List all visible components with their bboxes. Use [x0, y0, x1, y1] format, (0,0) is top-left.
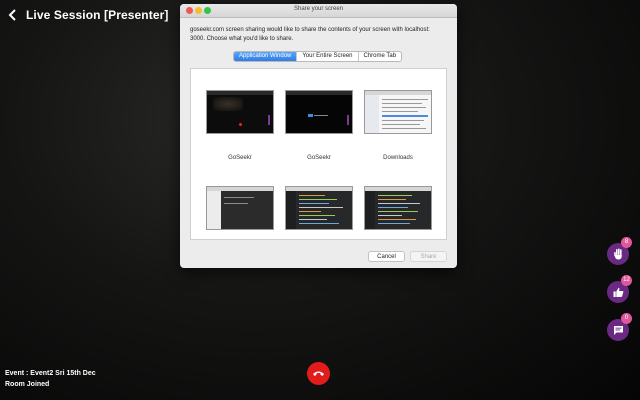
tab-entire-screen[interactable]: Your Entire Screen [297, 52, 359, 61]
thumbs-up-icon [613, 287, 623, 297]
session-header: Live Session [Presenter] [8, 8, 168, 22]
window-thumbnail[interactable] [364, 186, 432, 230]
tab-application-window[interactable]: Application Window [234, 52, 298, 61]
dialog-titlebar: Share your screen [180, 4, 457, 18]
window-thumbnail[interactable] [285, 90, 353, 134]
session-title: Live Session [Presenter] [26, 8, 169, 22]
event-info: Event : Event2 Sri 15th Dec Room Joined [5, 368, 96, 390]
chat-icon [613, 325, 623, 335]
phone-hangup-icon [313, 371, 324, 376]
share-prompt-text: goseekr.com screen sharing would like to… [190, 27, 430, 42]
window-label: GoSeekr [228, 155, 252, 161]
window-thumbnail[interactable] [206, 90, 274, 134]
like-button[interactable]: 12 [607, 275, 632, 303]
dialog-title: Share your screen [293, 6, 344, 12]
share-source-tabs: Application Window Your Entire Screen Ch… [233, 51, 403, 62]
window-picker-panel: GoSeekr GoSeekr Downloads [190, 68, 447, 240]
hand-icon [613, 248, 622, 260]
end-call-button[interactable] [307, 362, 330, 385]
raise-hand-button[interactable]: 8 [607, 237, 632, 265]
chevron-left-icon[interactable] [8, 8, 18, 22]
room-status: Room Joined [5, 381, 50, 388]
like-count-badge: 12 [621, 275, 632, 286]
window-label: Downloads [383, 155, 413, 161]
chat-count-badge: 0 [621, 313, 632, 324]
cancel-button[interactable]: Cancel [368, 251, 405, 262]
window-thumbnail[interactable] [285, 186, 353, 230]
raise-hand-count-badge: 8 [621, 237, 632, 248]
share-button[interactable]: Share [410, 251, 447, 262]
window-thumbnail[interactable] [206, 186, 274, 230]
share-screen-dialog: Share your screen goseekr.com screen sha… [180, 4, 457, 268]
window-label: GoSeekr [307, 155, 331, 161]
chat-button[interactable]: 0 [607, 313, 632, 341]
window-thumbnail[interactable] [364, 90, 432, 134]
tab-chrome-tab[interactable]: Chrome Tab [359, 52, 402, 61]
event-name: Event : Event2 Sri 15th Dec [5, 370, 96, 377]
